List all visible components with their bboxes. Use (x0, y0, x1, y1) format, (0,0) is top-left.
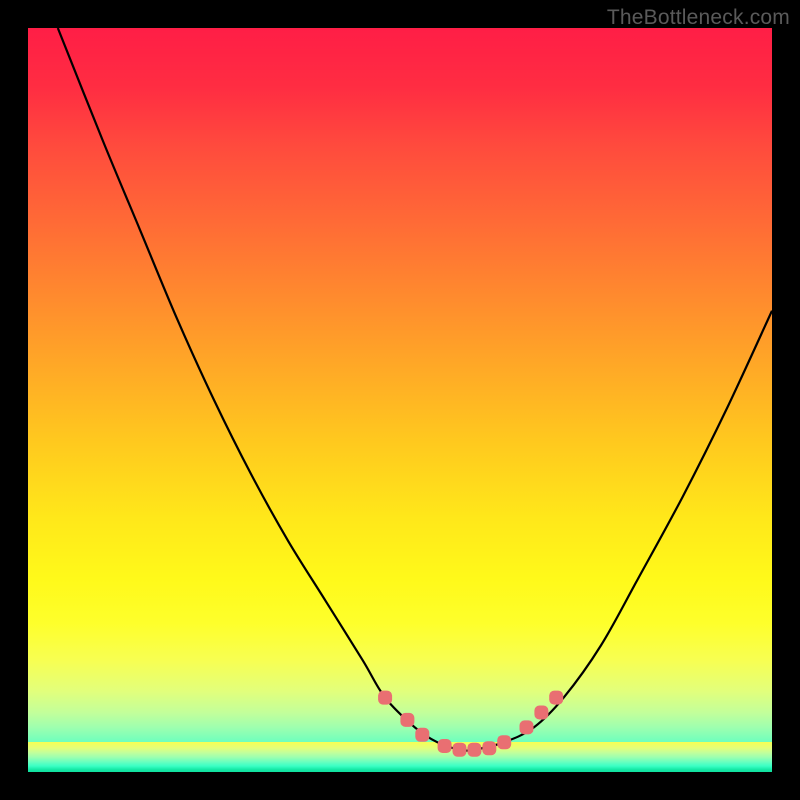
highlight-marker (378, 691, 392, 705)
highlight-marker (415, 728, 429, 742)
plot-area (28, 28, 772, 772)
highlight-marker (467, 743, 481, 757)
highlight-marker (497, 735, 511, 749)
bottleneck-curve-path (58, 28, 772, 751)
highlight-marker (438, 739, 452, 753)
watermark-text: TheBottleneck.com (607, 6, 790, 30)
highlight-marker (534, 706, 548, 720)
chart-frame: TheBottleneck.com (0, 0, 800, 800)
highlight-markers-group (378, 691, 563, 757)
bottleneck-curve-svg (28, 28, 772, 772)
highlight-marker (453, 743, 467, 757)
highlight-marker (482, 741, 496, 755)
highlight-marker (520, 720, 534, 734)
highlight-marker (549, 691, 563, 705)
highlight-marker (400, 713, 414, 727)
